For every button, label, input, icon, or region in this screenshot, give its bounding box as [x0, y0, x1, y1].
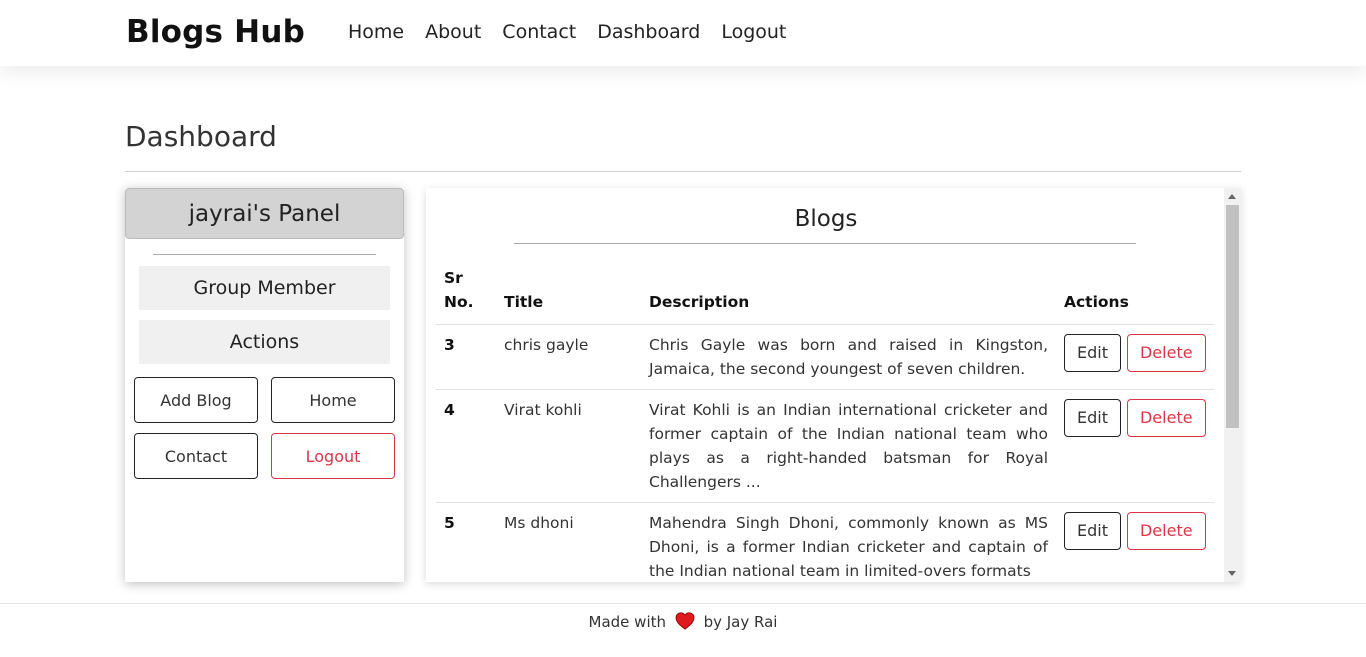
- blogs-title: Blogs: [794, 206, 858, 232]
- action-buttons: Edit Delete: [1064, 334, 1214, 372]
- user-panel: jayrai's Panel Group Member Actions Add …: [125, 188, 404, 582]
- divider: [125, 171, 1241, 172]
- table-row: 4 Virat kohli Virat Kohli is an Indian i…: [436, 389, 1214, 503]
- row-actions: Edit Delete: [1056, 324, 1214, 390]
- nav-link-contact[interactable]: Contact: [502, 21, 576, 43]
- brand-logo[interactable]: Blogs Hub: [126, 14, 305, 50]
- table-header-row: Sr No. Title Description Actions: [436, 266, 1214, 325]
- delete-button[interactable]: Delete: [1126, 512, 1206, 550]
- row-sr: 3: [436, 324, 496, 390]
- group-member-section[interactable]: Group Member: [139, 266, 390, 310]
- add-blog-button[interactable]: Add Blog: [134, 377, 258, 423]
- blogs-card: Blogs Sr No. Title Description Actions 3…: [426, 188, 1241, 582]
- blogs-scrollbar[interactable]: [1224, 188, 1241, 582]
- edit-button[interactable]: Edit: [1064, 399, 1121, 437]
- row-sr: 4: [436, 389, 496, 503]
- home-button[interactable]: Home: [271, 377, 395, 423]
- row-description: Virat Kohli is an Indian international c…: [641, 389, 1056, 503]
- contact-button[interactable]: Contact: [134, 433, 258, 479]
- page-title: Dashboard: [125, 120, 277, 153]
- panel-title: jayrai's Panel: [125, 188, 404, 239]
- header-sr: Sr No.: [436, 266, 496, 325]
- header-actions: Actions: [1056, 266, 1214, 325]
- scroll-down-icon[interactable]: [1228, 571, 1236, 576]
- nav-link-dashboard[interactable]: Dashboard: [597, 21, 700, 43]
- scroll-up-icon[interactable]: [1228, 194, 1236, 199]
- blogs-table: Sr No. Title Description Actions 3 chris…: [436, 266, 1214, 582]
- header-sr-label: Sr No.: [444, 269, 474, 311]
- row-actions: Edit Delete: [1056, 502, 1214, 582]
- row-description: Chris Gayle was born and raised in Kings…: [641, 324, 1056, 390]
- nav-link-home[interactable]: Home: [348, 21, 404, 43]
- row-sr: 5: [436, 502, 496, 582]
- heart-icon: [675, 612, 695, 630]
- panel-divider: [153, 254, 376, 255]
- edit-button[interactable]: Edit: [1064, 334, 1121, 372]
- table-row: 3 chris gayle Chris Gayle was born and r…: [436, 324, 1214, 390]
- scroll-thumb[interactable]: [1226, 205, 1239, 428]
- header-description: Description: [641, 266, 1056, 325]
- navbar: Blogs Hub Home About Contact Dashboard L…: [0, 0, 1366, 66]
- delete-button[interactable]: Delete: [1126, 334, 1206, 372]
- nav-link-logout[interactable]: Logout: [721, 21, 786, 43]
- footer: Made with by Jay Rai: [0, 612, 1366, 631]
- edit-button[interactable]: Edit: [1064, 512, 1121, 550]
- header-title: Title: [496, 266, 641, 325]
- actions-section: Actions: [139, 320, 390, 364]
- blogs-divider: [514, 243, 1136, 244]
- action-buttons: Edit Delete: [1064, 399, 1214, 437]
- action-buttons: Edit Delete: [1064, 512, 1214, 550]
- row-title: Virat kohli: [496, 389, 641, 503]
- row-actions: Edit Delete: [1056, 389, 1214, 503]
- logout-button[interactable]: Logout: [271, 433, 395, 479]
- row-title: Ms dhoni: [496, 502, 641, 582]
- footer-prefix: Made with: [588, 613, 667, 631]
- nav-links: Home About Contact Dashboard Logout: [348, 21, 786, 43]
- footer-suffix: by Jay Rai: [703, 613, 778, 631]
- row-title: chris gayle: [496, 324, 641, 390]
- table-row: 5 Ms dhoni Mahendra Singh Dhoni, commonl…: [436, 502, 1214, 582]
- nav-link-about[interactable]: About: [425, 21, 481, 43]
- row-description: Mahendra Singh Dhoni, commonly known as …: [641, 502, 1056, 582]
- footer-divider: [0, 603, 1366, 604]
- delete-button[interactable]: Delete: [1126, 399, 1206, 437]
